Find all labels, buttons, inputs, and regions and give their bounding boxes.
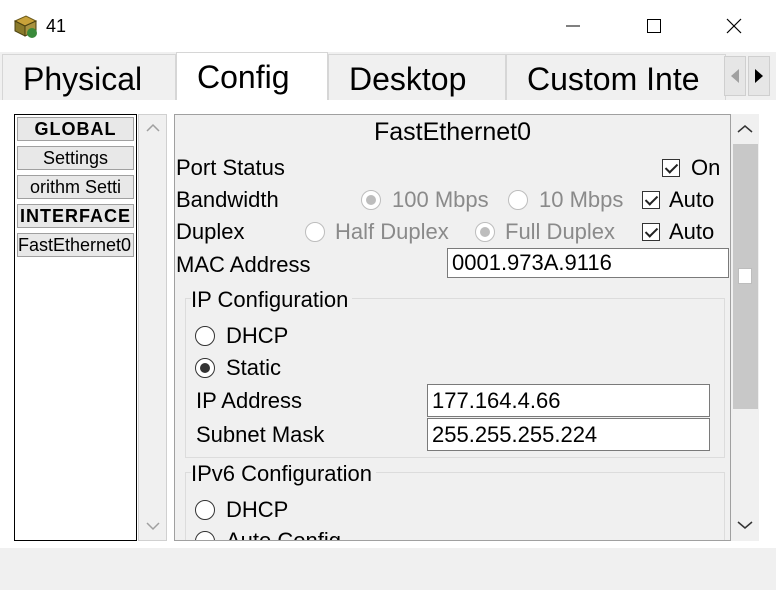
bandwidth-100-radio[interactable] bbox=[361, 190, 381, 210]
bandwidth-auto-label: Auto bbox=[669, 187, 715, 212]
bandwidth-10-radio[interactable] bbox=[508, 190, 528, 210]
mac-address-field[interactable]: 0001.973A.9116 bbox=[447, 248, 729, 278]
bandwidth-100-label: 100 Mbps bbox=[392, 187, 489, 212]
sidebar-item-settings[interactable]: Settings bbox=[17, 146, 134, 170]
ip-address-input[interactable]: 177.164.4.66 bbox=[427, 384, 710, 417]
bandwidth-auto-checkbox[interactable] bbox=[642, 191, 660, 209]
minimize-icon bbox=[566, 25, 580, 27]
duplex-auto-checkbox[interactable] bbox=[642, 223, 660, 241]
arrow-left-icon bbox=[731, 69, 739, 83]
bandwidth-10-label: 10 Mbps bbox=[539, 187, 624, 212]
sidebar-header-global: GLOBAL bbox=[17, 117, 134, 141]
config-sidebar: GLOBAL Settings orithm Setti INTERFACE F… bbox=[14, 114, 137, 541]
ip-configuration-title: IP Configuration bbox=[191, 287, 353, 313]
chevron-up-icon bbox=[146, 123, 160, 132]
chevron-down-icon bbox=[737, 521, 753, 529]
bandwidth-label: Bandwidth bbox=[176, 187, 279, 212]
router-device-icon bbox=[13, 15, 38, 38]
tab-bar: Physical Config Desktop Custom Inte bbox=[0, 52, 776, 102]
tab-scroll-left-button[interactable] bbox=[724, 56, 746, 96]
subnet-mask-label: Subnet Mask bbox=[196, 422, 325, 447]
port-status-label: Port Status bbox=[176, 155, 285, 180]
duplex-half-label: Half Duplex bbox=[335, 219, 449, 244]
ip-dhcp-label: DHCP bbox=[226, 323, 289, 348]
port-status-on-label: On bbox=[691, 155, 721, 180]
ipv6-dhcp-radio[interactable] bbox=[195, 500, 215, 520]
panel-scrollbar-thumb[interactable] bbox=[733, 144, 758, 409]
mac-address-label: MAC Address bbox=[176, 252, 311, 277]
subnet-mask-input[interactable]: 255.255.255.224 bbox=[427, 418, 710, 451]
tab-physical[interactable]: Physical bbox=[2, 54, 176, 100]
sidebar-header-interface: INTERFACE bbox=[17, 204, 134, 228]
maximize-icon bbox=[647, 19, 661, 33]
duplex-full-label: Full Duplex bbox=[505, 219, 616, 244]
interface-panel: FastEthernet0 Port Status On Bandwidth 1… bbox=[174, 114, 731, 541]
close-icon bbox=[726, 18, 742, 34]
duplex-label: Duplex bbox=[176, 219, 245, 244]
sidebar-item-algorithm-settings[interactable]: orithm Setti bbox=[17, 175, 134, 199]
close-button[interactable] bbox=[711, 8, 757, 44]
ip-address-label: IP Address bbox=[196, 388, 302, 413]
sidebar-item-fastethernet0[interactable]: FastEthernet0 bbox=[17, 233, 134, 257]
minimize-button[interactable] bbox=[550, 8, 596, 44]
ip-dhcp-radio[interactable] bbox=[195, 326, 215, 346]
window-title: 41 bbox=[46, 16, 67, 36]
ipv6-auto-config-label: Auto Config bbox=[226, 528, 341, 541]
tab-scroll-right-button[interactable] bbox=[748, 56, 770, 96]
title-bar: 41 bbox=[0, 0, 776, 52]
ipv6-dhcp-label: DHCP bbox=[226, 497, 289, 522]
ipv6-configuration-title: IPv6 Configuration bbox=[191, 461, 376, 487]
tab-custom-interface[interactable]: Custom Inte bbox=[506, 54, 726, 100]
tab-config[interactable]: Config bbox=[176, 52, 328, 102]
port-status-checkbox[interactable] bbox=[662, 159, 680, 177]
duplex-auto-label: Auto bbox=[669, 219, 715, 244]
tab-desktop[interactable]: Desktop bbox=[328, 54, 506, 100]
ip-static-radio[interactable] bbox=[195, 358, 215, 378]
scroll-grip bbox=[738, 268, 752, 284]
duplex-half-radio[interactable] bbox=[305, 222, 325, 242]
arrow-right-icon bbox=[755, 69, 763, 83]
ip-static-label: Static bbox=[226, 355, 282, 380]
chevron-up-icon bbox=[737, 125, 753, 133]
sidebar-scrollbar[interactable] bbox=[138, 114, 167, 541]
panel-title: FastEthernet0 bbox=[373, 118, 532, 146]
duplex-full-radio[interactable] bbox=[475, 222, 495, 242]
chevron-down-icon bbox=[146, 522, 160, 531]
maximize-button[interactable] bbox=[631, 8, 677, 44]
